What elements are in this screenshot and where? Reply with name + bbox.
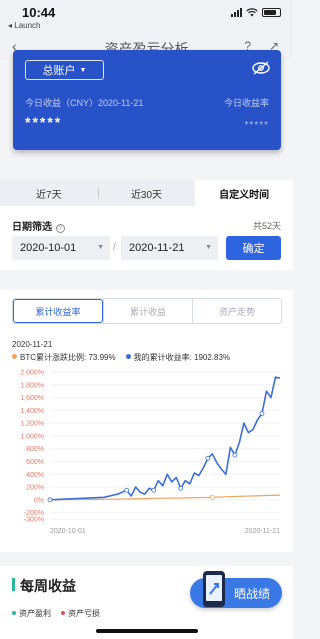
y-tick-label: 1,400%: [20, 408, 44, 415]
status-bar: 10:44 ◂ Launch: [0, 0, 293, 34]
y-tick-label: -300%: [24, 517, 44, 524]
date-filter-label: 日期筛选?: [12, 218, 65, 233]
cumulative-rate-chart: 2,000% 1,800% 1,600% 1,400% 1,200% 1,000% 800%…: [20, 370, 281, 535]
dropdown-arrow-icon: ▼: [205, 244, 212, 251]
my-return-data-point: [47, 497, 53, 503]
home-indicator: [96, 629, 198, 633]
signal-icon: [231, 8, 242, 17]
tab-30-days[interactable]: 近30天: [97, 180, 196, 206]
start-date-select[interactable]: 2020-10-01 ▼: [12, 236, 110, 260]
y-tick-label: 400%: [26, 472, 44, 479]
date-filter-panel: 日期筛选? 共52天 2020-10-01 ▼ / 2020-11-21 ▼ 确…: [0, 206, 293, 270]
end-date-select[interactable]: 2020-11-21 ▼: [121, 236, 218, 260]
chart-tabs: 累计收益率 累计收益 资产走势: [12, 298, 282, 324]
date-separator: /: [113, 242, 116, 253]
chart-date: 2020-11-21: [12, 340, 53, 349]
y-tick-label: 0%: [34, 497, 44, 504]
wifi-icon: [246, 8, 258, 17]
tab-custom-time[interactable]: 自定义时间: [195, 180, 294, 206]
y-tick-label: 200%: [26, 485, 44, 492]
weekly-title: 每周收益: [20, 578, 76, 594]
tab-asset-trend[interactable]: 资产走势: [192, 299, 281, 323]
my-return-data-point: [259, 411, 265, 416]
start-date-value: 2020-10-01: [20, 242, 77, 254]
account-card: 总账户 ▼ 今日收益（CNY）2020-11-21 今日收益率 ***** **…: [13, 50, 281, 150]
today-rate-value: *****: [244, 120, 269, 131]
legend-item-loss: 资产亏损: [61, 608, 100, 619]
back-to-app-link[interactable]: ◂ Launch: [8, 21, 40, 30]
help-icon[interactable]: ?: [56, 224, 65, 233]
tab-7-days[interactable]: 近7天: [0, 180, 98, 206]
my-return-data-point: [232, 452, 238, 458]
caret-down-icon: ▼: [79, 66, 87, 74]
tab-cumulative-income[interactable]: 累计收益: [103, 299, 192, 323]
y-tick-label: 2,000%: [20, 370, 44, 377]
my-return-series-line: [49, 376, 281, 501]
legend-dot: [125, 354, 131, 359]
chart-legend: BTC累计涨跌比例: 73.99% 我的累计收益率: 1902.83%: [12, 352, 230, 363]
confirm-button[interactable]: 确定: [226, 236, 281, 260]
status-time: 10:44: [22, 5, 56, 20]
my-return-data-point: [178, 485, 184, 491]
weekly-legend: 资产盈利 资产亏损: [12, 608, 100, 619]
phone-share-icon: [203, 571, 225, 607]
y-tick-label: 800%: [26, 446, 44, 453]
hide-eye-icon[interactable]: [251, 60, 271, 76]
account-label: 总账户: [42, 65, 76, 77]
share-results-label: 晒战绩: [233, 586, 270, 601]
my-return-data-point: [151, 487, 157, 493]
my-return-data-point: [205, 455, 211, 461]
legend-item-btc: BTC累计涨跌比例: 73.99%: [12, 352, 116, 363]
x-tick-label: 2020-10-01: [50, 528, 86, 535]
section-accent-bar: [12, 578, 15, 591]
x-tick-label: 2020-11-21: [245, 528, 280, 535]
legend-dot: [12, 611, 16, 615]
legend-dot: [12, 354, 17, 359]
my-return-data-point: [124, 487, 130, 493]
y-tick-label: 1,200%: [20, 421, 44, 428]
chart-section: 累计收益率 累计收益 资产走势 2020-11-21 BTC累计涨跌比例: 73…: [0, 290, 293, 552]
today-income-value: *****: [25, 114, 63, 130]
legend-dot: [61, 611, 65, 615]
account-selector[interactable]: 总账户 ▼: [25, 60, 104, 80]
status-icons: [231, 8, 281, 17]
btc-data-point: [209, 494, 215, 500]
tab-cumulative-rate[interactable]: 累计收益率: [13, 299, 103, 323]
legend-item-profit: 资产盈利: [12, 608, 51, 619]
dropdown-arrow-icon: ▼: [97, 244, 104, 251]
today-rate-label: 今日收益率: [223, 98, 269, 108]
y-tick-label: 1,600%: [20, 395, 44, 402]
days-count: 共52天: [252, 221, 281, 231]
battery-icon: [262, 8, 281, 17]
end-date-value: 2020-11-21: [129, 242, 185, 254]
today-income-label: 今日收益（CNY）2020-11-21: [25, 98, 144, 108]
y-tick-label: 1,800%: [20, 382, 44, 389]
legend-item-mine: 我的累计收益率: 1902.83%: [125, 352, 230, 363]
y-tick-label: 600%: [26, 459, 44, 466]
y-tick-label: 1,000%: [20, 433, 44, 440]
time-range-tabs: 近7天 近30天 自定义时间: [0, 180, 294, 206]
